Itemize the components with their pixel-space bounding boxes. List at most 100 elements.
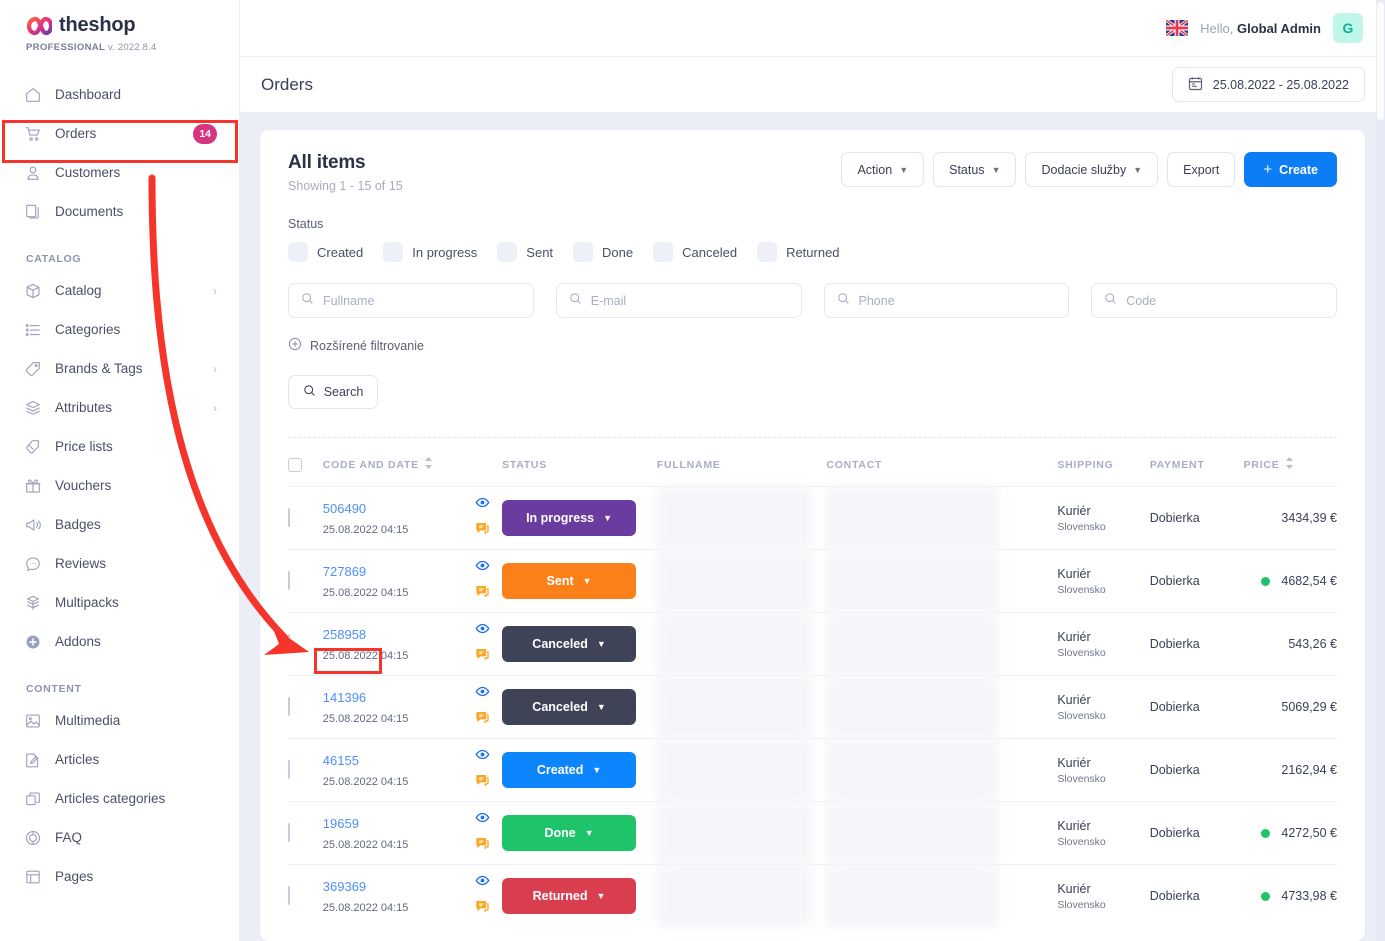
search-button[interactable]: Search — [288, 375, 378, 409]
status-dropdown[interactable]: Status ▼ — [933, 152, 1017, 187]
note-icon[interactable] — [475, 647, 490, 667]
order-status-dropdown[interactable]: Sent ▼ — [502, 563, 637, 599]
sidebar-item-pages[interactable]: Pages — [0, 857, 239, 896]
col-price-sort[interactable]: PRICE — [1244, 457, 1294, 472]
order-status-dropdown[interactable]: Canceled ▼ — [502, 689, 637, 725]
status-filter-in-progress[interactable]: In progress — [383, 242, 477, 262]
status-filter-returned[interactable]: Returned — [757, 242, 840, 262]
row-checkbox[interactable] — [288, 508, 290, 527]
order-code-link[interactable]: 258958 — [323, 627, 366, 642]
status-filter-sent[interactable]: Sent — [497, 242, 553, 262]
sidebar-item-multipacks[interactable]: Multipacks — [0, 583, 239, 622]
eye-icon[interactable] — [475, 495, 490, 515]
table-row[interactable]: 369369 25.08.2022 04:15 Returned ▼ Kurié… — [288, 864, 1337, 927]
eye-icon[interactable] — [475, 810, 490, 830]
sidebar-item-multimedia[interactable]: Multimedia — [0, 701, 239, 740]
table-row[interactable]: 46155 25.08.2022 04:15 Created ▼ Kuriér — [288, 738, 1337, 802]
email-input-wrapper[interactable] — [555, 283, 802, 318]
page-scrollbar-thumb[interactable] — [1377, 2, 1384, 120]
redacted-contact — [826, 676, 999, 738]
checkbox[interactable] — [573, 242, 594, 262]
create-button[interactable]: + Create — [1244, 152, 1337, 187]
delivery-dropdown[interactable]: Dodacie služby ▼ — [1025, 152, 1159, 187]
sidebar-item-vouchers[interactable]: Vouchers — [0, 466, 239, 505]
page-scrollbar-track[interactable] — [1376, 0, 1385, 941]
date-range-picker[interactable]: 25.08.2022 - 25.08.2022 — [1171, 67, 1365, 102]
sidebar-item-brands-tags[interactable]: Brands & Tags › — [0, 349, 239, 388]
email-input[interactable] — [590, 293, 789, 308]
sidebar-item-documents[interactable]: Documents — [0, 192, 239, 231]
order-status-dropdown[interactable]: Canceled ▼ — [502, 626, 637, 662]
sidebar-item-catalog[interactable]: Catalog › — [0, 271, 239, 310]
status-filter-canceled[interactable]: Canceled — [653, 242, 737, 262]
multipack-icon — [24, 594, 46, 612]
row-checkbox[interactable] — [288, 760, 290, 779]
note-icon[interactable] — [475, 584, 490, 604]
sidebar-item-price-lists[interactable]: Price lists — [0, 427, 239, 466]
order-code-link[interactable]: 727869 — [323, 564, 366, 579]
sidebar-item-customers[interactable]: Customers — [0, 153, 239, 192]
table-row[interactable]: 258958 25.08.2022 04:15 Canceled ▼ Kurié… — [288, 612, 1337, 676]
note-icon[interactable] — [475, 773, 490, 793]
checkbox[interactable] — [383, 242, 404, 262]
sidebar-item-articles[interactable]: Articles — [0, 740, 239, 779]
sidebar-item-reviews[interactable]: Reviews — [0, 544, 239, 583]
fullname-input-wrapper[interactable] — [288, 283, 534, 318]
table-row[interactable]: 506490 25.08.2022 04:15 In progress ▼ Ku… — [288, 486, 1337, 550]
fullname-input[interactable] — [323, 293, 521, 308]
code-input-wrapper[interactable] — [1091, 283, 1337, 318]
order-status-dropdown[interactable]: Returned ▼ — [502, 878, 637, 914]
uk-flag-icon[interactable] — [1166, 20, 1189, 36]
row-checkbox[interactable] — [288, 634, 290, 653]
checkbox[interactable] — [653, 242, 674, 262]
table-row[interactable]: 141396 25.08.2022 04:15 Canceled ▼ Kurié… — [288, 675, 1337, 739]
checkbox[interactable] — [288, 242, 308, 262]
col-code-and-date: CODE AND DATE — [323, 438, 502, 487]
avatar[interactable]: G — [1333, 13, 1363, 43]
sidebar-item-faq[interactable]: FAQ — [0, 818, 239, 857]
order-code-link[interactable]: 369369 — [323, 879, 366, 894]
table-row[interactable]: 727869 25.08.2022 04:15 Sent ▼ Kuriér Sl… — [288, 549, 1337, 613]
order-status-dropdown[interactable]: Created ▼ — [502, 752, 637, 788]
eye-icon[interactable] — [475, 684, 490, 704]
eye-icon[interactable] — [475, 873, 490, 893]
order-status-dropdown[interactable]: In progress ▼ — [502, 500, 637, 536]
sidebar-item-orders[interactable]: Orders 14 — [0, 114, 239, 153]
sidebar-item-dashboard[interactable]: Dashboard — [0, 75, 239, 114]
eye-icon[interactable] — [475, 747, 490, 767]
checkbox[interactable] — [757, 242, 778, 262]
status-filter-done[interactable]: Done — [573, 242, 633, 262]
order-code-link[interactable]: 141396 — [323, 690, 366, 705]
phone-input-wrapper[interactable] — [823, 283, 1070, 318]
row-checkbox[interactable] — [288, 823, 290, 842]
select-all-checkbox[interactable] — [288, 457, 302, 472]
order-code-link[interactable]: 19659 — [323, 816, 359, 831]
note-icon[interactable] — [475, 836, 490, 856]
note-icon[interactable] — [475, 710, 490, 730]
sidebar-item-badges[interactable]: Badges — [0, 505, 239, 544]
action-dropdown[interactable]: Action ▼ — [841, 152, 925, 187]
note-icon[interactable] — [475, 899, 490, 919]
export-button[interactable]: Export — [1167, 152, 1236, 187]
table-row[interactable]: 19659 25.08.2022 04:15 Done ▼ Kuriér Slo… — [288, 801, 1337, 865]
note-icon[interactable] — [475, 521, 490, 541]
status-filter-created[interactable]: Created — [288, 242, 363, 262]
advanced-filter-toggle[interactable]: Rozšírené filtrovanie — [288, 337, 424, 354]
sidebar-item-articles-categories[interactable]: Articles categories — [0, 779, 239, 818]
eye-icon[interactable] — [475, 621, 490, 641]
order-code-link[interactable]: 506490 — [323, 501, 366, 516]
order-code-link[interactable]: 46155 — [323, 753, 359, 768]
order-status-dropdown[interactable]: Done ▼ — [502, 815, 637, 851]
row-checkbox[interactable] — [288, 571, 290, 590]
code-input[interactable] — [1126, 293, 1324, 308]
row-checkbox[interactable] — [288, 886, 290, 905]
sidebar-item-addons[interactable]: Addons — [0, 622, 239, 661]
phone-input[interactable] — [858, 293, 1057, 308]
eye-icon[interactable] — [475, 558, 490, 578]
sidebar-item-attributes[interactable]: Attributes › — [0, 388, 239, 427]
sidebar-item-categories[interactable]: Categories — [0, 310, 239, 349]
row-checkbox[interactable] — [288, 697, 290, 716]
orders-table-body: 506490 25.08.2022 04:15 In progress ▼ Ku… — [288, 486, 1337, 927]
checkbox[interactable] — [497, 242, 518, 262]
col-code-sort[interactable]: CODE AND DATE — [323, 457, 433, 472]
